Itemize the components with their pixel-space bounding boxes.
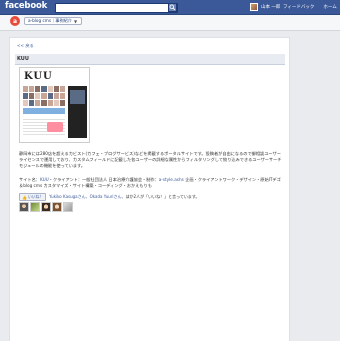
thumbnail-pink-block [47,122,63,132]
friend-faces [19,202,73,212]
top-nav: フィードバック ホーム [283,4,337,10]
thumbnail-side-panel [68,86,87,138]
search-input[interactable] [55,3,178,13]
facebook-top-bar: facebook 山本 一郎 フィードバック ホーム [0,0,340,15]
nav-home[interactable]: ホーム [323,4,336,10]
friend-avatar[interactable] [30,202,40,212]
search-icon [169,4,176,11]
app-logo-icon[interactable]: a [10,16,20,26]
back-link[interactable]: << 戻る [17,43,34,49]
meta-text: ・クライアント：一般社団法人 日本治療介護協会・制作： [48,177,159,182]
like-row: 👍 いいね！ Yukiko Kasugaさん、Okada Yuuriさん、ほか2… [19,193,200,201]
user-profile-link[interactable]: 山本 一郎 [250,3,280,11]
thumbnail-logo: KUU [24,71,53,82]
nav-feedback[interactable]: フィードバック [283,4,314,10]
avatar [250,3,258,11]
friend-avatar[interactable] [63,202,73,212]
breadcrumb[interactable]: a-blog cms｜事例紹介 ▼ [24,17,82,25]
thumbnail-banner [23,108,65,114]
meta-prefix: サイト名： [19,177,40,182]
page-title: KUU [17,56,29,62]
thumbs-up-icon: 👍 [22,194,27,200]
facebook-logo[interactable]: facebook [5,1,47,11]
like-button-label: いいね！ [27,194,44,199]
breadcrumb-label: a-blog cms｜事例紹介 [28,18,72,23]
post-meta: サイト名：KUU・クライアント：一般社団法人 日本治療介護協会・制作：a-sty… [19,177,284,189]
thumbnail-photo-grid [23,86,65,106]
search-button[interactable] [168,3,177,12]
user-name: 山本 一郎 [261,5,281,10]
friend-avatar[interactable] [41,202,51,212]
main-content: << 戻る KUU KUU 静岡市には280店を超えるカビスト(カフェ・ブログサ… [9,37,290,341]
like-suffix: 、ほか2人が「いいね！」と言っています。 [121,194,200,199]
chevron-down-icon: ▼ [73,18,78,24]
title-bar: KUU [15,54,285,65]
site-screenshot-thumbnail[interactable]: KUU [19,67,90,143]
right-gutter [290,37,340,341]
like-button[interactable]: 👍 いいね！ [19,193,47,201]
site-link[interactable]: KUU [40,177,49,182]
like-summary: Yukiko Kasugaさん、Okada Yuuriさん、ほか2人が「いいね！… [49,194,199,200]
like-names[interactable]: Yukiko Kasugaさん、Okada Yuuriさん [49,194,121,199]
friend-avatar[interactable] [52,202,62,212]
friend-avatar[interactable] [19,202,29,212]
post-body: 静岡市には280店を超えるカビスト(カフェ・ブログサービス)などを掲載するポータ… [19,151,282,169]
agency-link[interactable]: a-style.ashs [159,177,184,182]
